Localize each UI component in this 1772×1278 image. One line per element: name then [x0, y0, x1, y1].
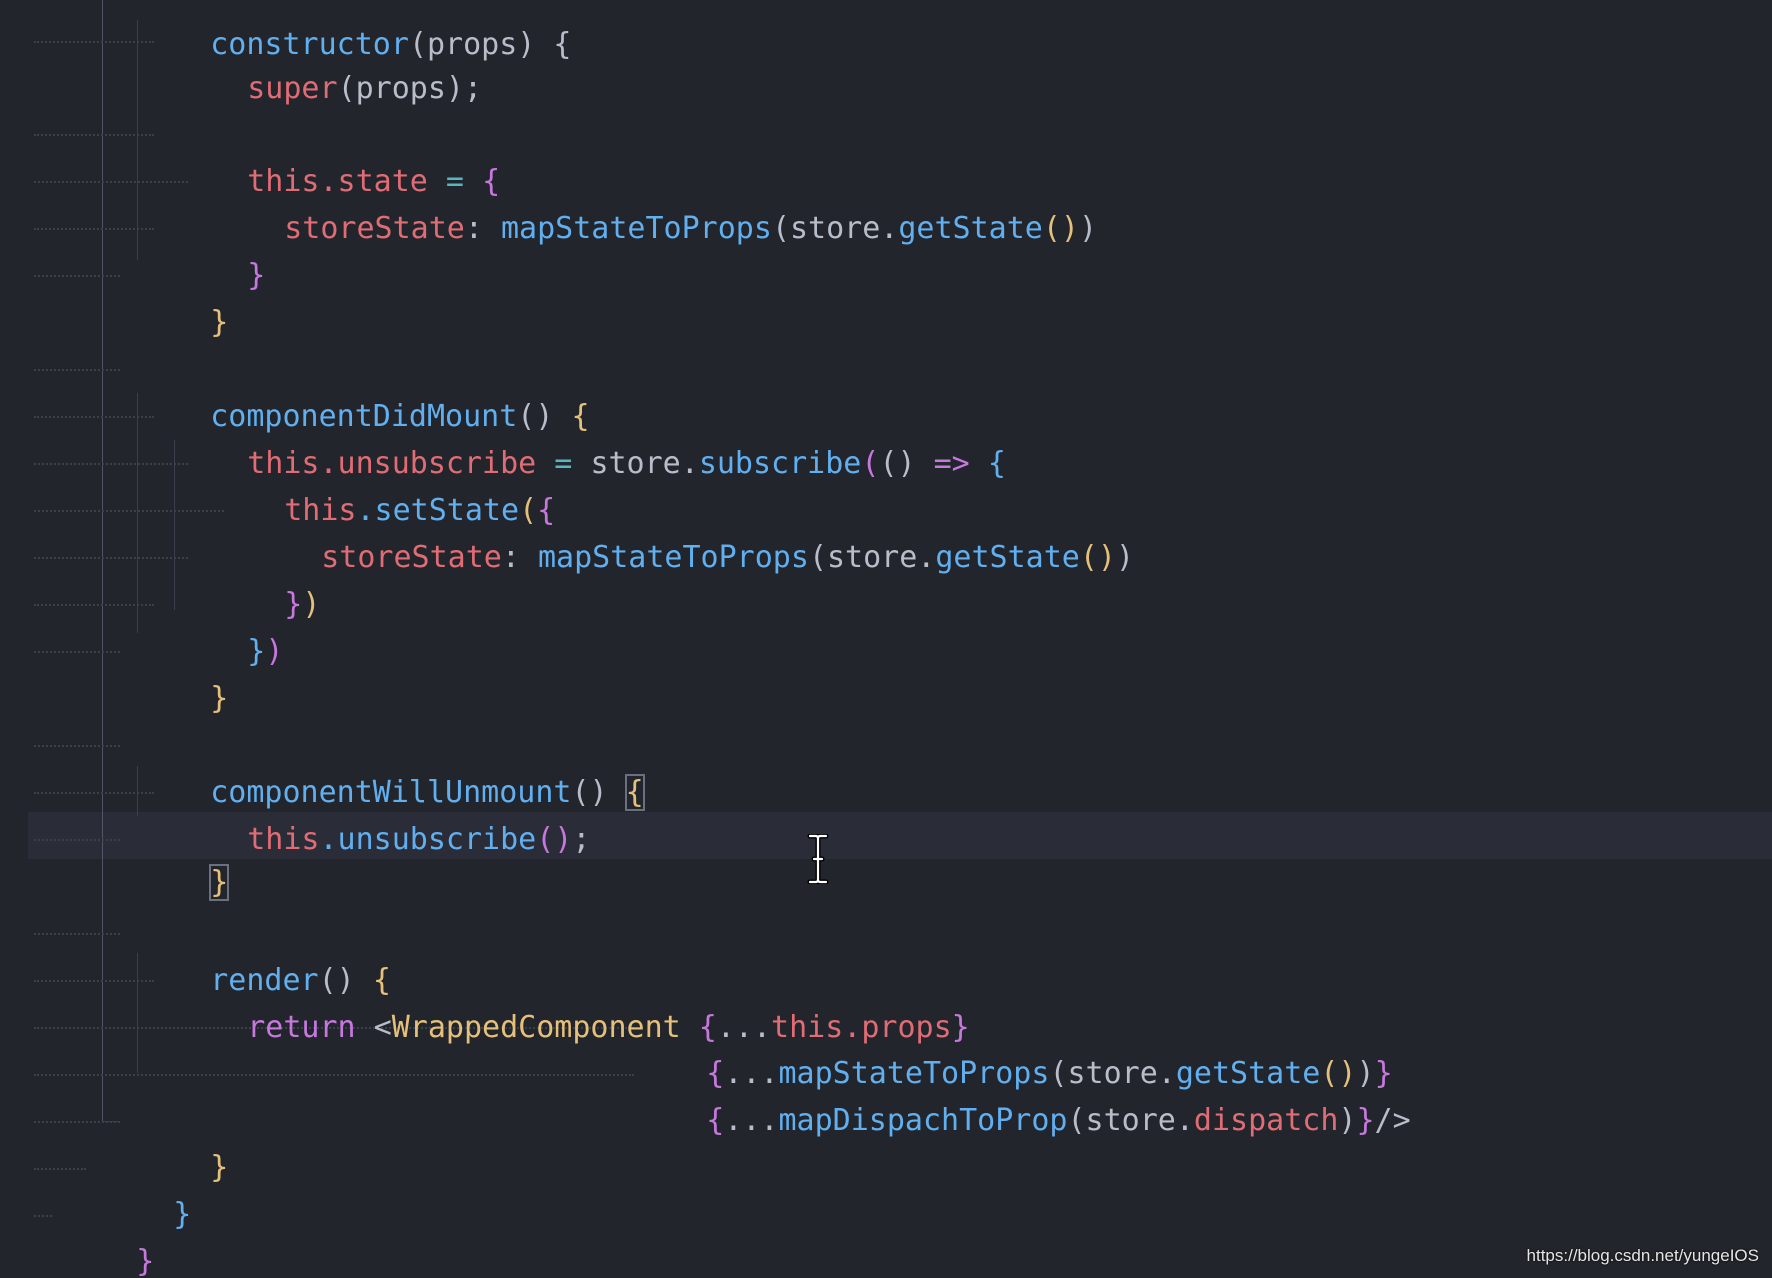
token-args: (props); — [337, 71, 483, 106]
token-function: getState — [898, 211, 1043, 246]
whitespace-dots — [34, 933, 120, 937]
whitespace-dots — [34, 839, 120, 843]
whitespace-dots — [34, 557, 188, 561]
whitespace-dots — [34, 1121, 120, 1125]
token-plain: (store. — [808, 540, 936, 575]
token-bracket: } — [173, 1197, 192, 1232]
token-function: subscribe — [698, 446, 862, 481]
token-bracket: { — [706, 1103, 725, 1138]
token-bracket: } — [1356, 1103, 1375, 1138]
code-line[interactable]: this.unsubscribe(); — [175, 769, 590, 857]
code-line[interactable]: } — [138, 628, 228, 716]
code-line[interactable]: } — [28, 1232, 118, 1278]
code-line[interactable]: } — [138, 1097, 228, 1185]
code-line[interactable]: } — [175, 205, 265, 293]
whitespace-dots — [34, 228, 154, 232]
token-parens: () — [536, 822, 573, 857]
code-line[interactable]: } — [101, 1144, 191, 1232]
whitespace-dots — [34, 651, 120, 655]
token-bracket: { — [987, 446, 1006, 481]
token-colon: : — [501, 540, 538, 575]
code-line[interactable]: {...mapDispachToProp(store.dispatch)}/> — [634, 1050, 1410, 1138]
token-bracket: () — [1042, 211, 1079, 246]
whitespace-dots — [34, 369, 120, 373]
code-line[interactable]: render() { — [138, 910, 391, 998]
code-line[interactable]: componentWillUnmount() { — [138, 722, 645, 811]
whitespace-dots — [34, 980, 154, 984]
token-bracket: } — [136, 1244, 155, 1278]
code-editor[interactable]: constructor(props) { super(props); this.… — [0, 0, 1772, 1278]
token-arrow: => — [933, 446, 988, 481]
token-bracket: ( — [861, 446, 880, 481]
watermark-url: https://blog.csdn.net/yungeIOS — [1526, 1246, 1759, 1265]
code-line[interactable]: return <WrappedComponent {...this.props} — [175, 957, 969, 1045]
whitespace-dots — [34, 1168, 86, 1172]
code-line[interactable]: storeState: mapStateToProps(store.getSta… — [212, 158, 1097, 246]
token-bracket: () — [1079, 540, 1116, 575]
token-parens: () — [879, 446, 934, 481]
whitespace-dots — [34, 41, 154, 45]
whitespace-dots — [34, 134, 154, 138]
token-bracket: } — [284, 587, 303, 622]
token-key: storeState — [284, 211, 465, 246]
token-bracket: ) — [1338, 1103, 1357, 1138]
code-line[interactable]: } — [138, 252, 228, 340]
token-semicolon: ; — [572, 822, 591, 857]
token-spread: ... — [724, 1103, 779, 1138]
token-function: mapDispachToProp — [778, 1103, 1068, 1138]
token-angle: < — [373, 1010, 392, 1045]
whitespace-dots — [34, 792, 154, 796]
whitespace-dots — [34, 416, 154, 420]
whitespace-dots — [34, 604, 154, 608]
token-method: .unsubscribe — [319, 822, 537, 857]
token-bracket: ) — [1116, 540, 1135, 575]
code-line[interactable]: this.state = { — [175, 111, 500, 199]
token-function: mapStateToProps — [538, 540, 809, 575]
token-bracket: ) — [265, 634, 284, 669]
token-key: storeState — [321, 540, 502, 575]
whitespace-dots — [34, 745, 120, 749]
indent-guide — [102, 0, 103, 1122]
token-keyword: super — [247, 71, 338, 106]
token-bracket: } — [247, 258, 266, 293]
whitespace-dots — [34, 1215, 52, 1219]
token-bracket-matched: } — [209, 864, 230, 901]
text-cursor-icon — [807, 834, 829, 884]
code-line[interactable]: {...mapStateToProps(store.getState())} — [634, 1003, 1392, 1091]
token-plain: store. — [590, 446, 699, 481]
code-line-current[interactable]: } — [138, 812, 230, 901]
token-function: getState — [935, 540, 1080, 575]
token-property: dispatch — [1193, 1103, 1339, 1138]
token-bracket: ) — [302, 587, 321, 622]
code-line[interactable]: this.setState({ — [212, 440, 555, 528]
code-line[interactable]: } — [64, 1191, 154, 1278]
token-bracket: ) — [1079, 211, 1098, 246]
token-plain: (store. — [771, 211, 899, 246]
code-line[interactable]: }) — [175, 581, 283, 669]
whitespace-dots — [34, 1074, 634, 1078]
token-plain: (store. — [1067, 1103, 1194, 1138]
token-bracket: } — [210, 1150, 229, 1185]
token-this: this — [247, 822, 320, 857]
code-line[interactable]: storeState: mapStateToProps(store.getSta… — [249, 487, 1134, 575]
whitespace-dots — [34, 181, 188, 185]
code-line[interactable]: this.unsubscribe = store.subscribe(() =>… — [175, 393, 1006, 481]
code-line[interactable]: super(props); — [175, 18, 482, 106]
code-line[interactable]: componentDidMount() { — [138, 346, 589, 434]
token-bracket: } — [210, 305, 229, 340]
token-function: mapStateToProps — [501, 211, 772, 246]
token-bracket: } — [210, 681, 229, 716]
token-keyword: return — [247, 1010, 374, 1045]
token-colon: : — [464, 211, 501, 246]
code-line[interactable]: }) — [212, 534, 320, 622]
whitespace-dots — [34, 275, 120, 279]
token-bracket: } — [247, 634, 266, 669]
token-bracket-matched: { — [624, 774, 645, 811]
token-jsx-close: /> — [1374, 1103, 1411, 1138]
